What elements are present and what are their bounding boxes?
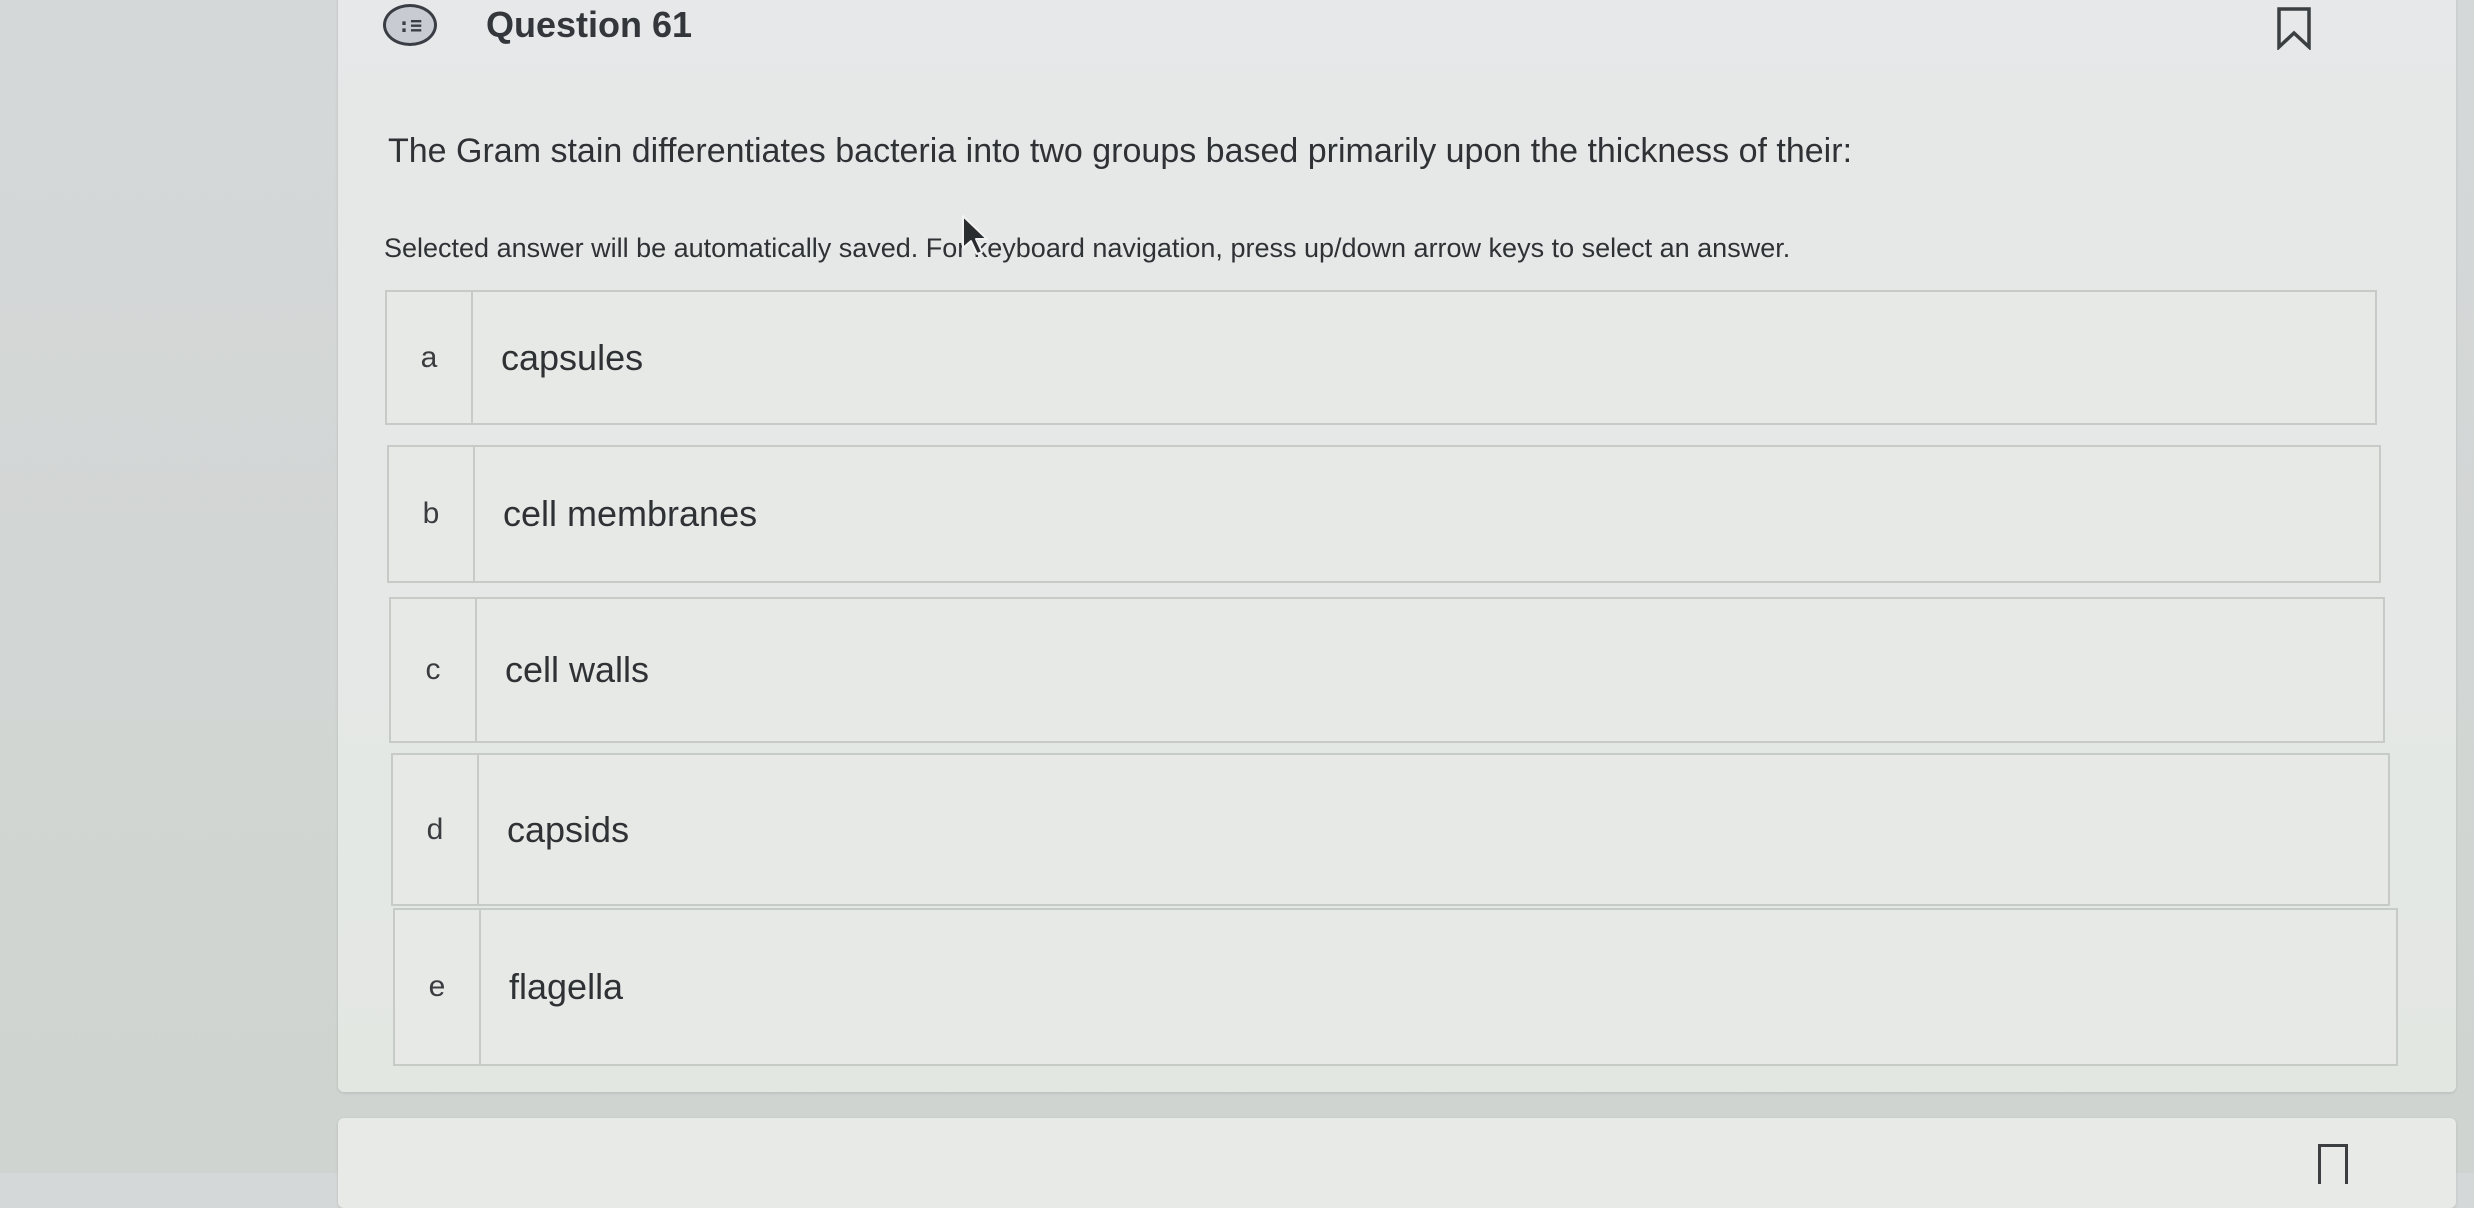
bookmark-icon[interactable] <box>2274 6 2314 50</box>
answer-label: cell membranes <box>503 493 758 534</box>
answer-option-e[interactable]: e flagella <box>393 908 2398 1066</box>
bookmark-icon[interactable] <box>2318 1144 2348 1184</box>
question-list-icon: :≡ <box>383 4 437 46</box>
answer-option-b[interactable]: b cell membranes <box>387 445 2381 583</box>
answer-option-c[interactable]: c cell walls <box>389 597 2385 743</box>
answer-letter: b <box>389 447 475 581</box>
answer-label: cell walls <box>505 649 650 690</box>
instructions-text: Selected answer will be automatically sa… <box>384 233 1791 263</box>
answer-option-a[interactable]: a capsules <box>385 290 2377 425</box>
answer-letter: c <box>391 599 477 741</box>
mouse-pointer-icon <box>962 215 988 255</box>
answer-label: capsules <box>501 336 644 378</box>
answer-option-d[interactable]: d capsids <box>391 753 2390 906</box>
quiz-page: :≡ Question 61 The Gram stain differenti… <box>0 0 2474 1208</box>
next-question-card <box>338 1118 2456 1208</box>
answer-letter: d <box>393 755 479 904</box>
answer-label: flagella <box>509 966 624 1007</box>
answer-label: capsids <box>507 808 630 850</box>
question-title: Question 61 <box>486 4 693 45</box>
answer-letter: a <box>387 292 473 423</box>
answer-letter: e <box>395 910 481 1064</box>
question-text: The Gram stain differentiates bacteria i… <box>388 132 1853 170</box>
